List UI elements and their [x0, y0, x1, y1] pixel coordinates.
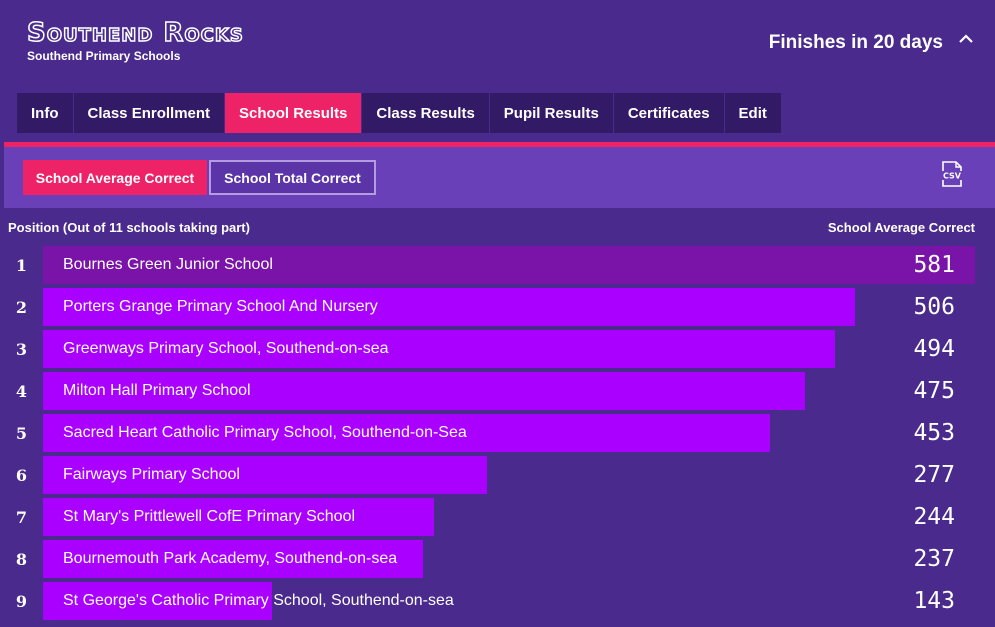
score-value: 143	[913, 588, 955, 614]
result-row: 7 St Mary's Prittlewell CofE Primary Scho…	[0, 498, 995, 540]
result-row: 1 Bournes Green Junior School 581	[0, 246, 995, 288]
result-row: 8 Bournemouth Park Academy, Southend-on-s…	[0, 540, 995, 582]
result-row: 6 Fairways Primary School 277	[0, 456, 995, 498]
tab-label: Edit	[738, 104, 767, 122]
result-row: 3 Greenways Primary School, Southend-on-s…	[0, 330, 995, 372]
school-name: Porters Grange Primary School And Nurser…	[63, 298, 378, 315]
csv-download-icon[interactable]: CSV	[941, 161, 963, 187]
position-number: 7	[15, 507, 28, 527]
list-header: Position (Out of 11 schools taking part)…	[0, 208, 995, 246]
school-name: Sacred Heart Catholic Primary School, So…	[63, 424, 467, 441]
result-row: 5 Sacred Heart Catholic Primary School, S…	[0, 414, 995, 456]
tab-label: School Results	[239, 104, 348, 122]
chevron-up-icon[interactable]	[957, 30, 975, 48]
school-name: Fairways Primary School	[63, 466, 240, 483]
position-number: 3	[15, 339, 28, 359]
result-row: 2 Porters Grange Primary School And Nurse…	[0, 288, 995, 330]
school-name: St George's Catholic Primary School, Sou…	[63, 592, 454, 609]
score-value: 453	[913, 420, 955, 446]
tab-school-results[interactable]: School Results	[225, 93, 363, 133]
app-header: Southend Rocks Southend Primary Schools …	[0, 0, 995, 90]
score-value: 494	[913, 336, 955, 362]
position-number: 8	[15, 549, 28, 569]
school-name: Milton Hall Primary School	[63, 382, 251, 399]
tab-pupil-results[interactable]: Pupil Results	[490, 93, 614, 133]
position-column-header: Position (Out of 11 schools taking part)	[8, 220, 250, 235]
school-name: Bournemouth Park Academy, Southend-on-se…	[63, 550, 398, 567]
tab-class-results[interactable]: Class Results	[362, 93, 490, 133]
brand-subtitle: Southend Primary Schools	[27, 49, 181, 63]
score-value: 237	[913, 546, 955, 572]
position-number: 6	[15, 465, 28, 485]
score-column-header: School Average Correct	[827, 220, 975, 235]
tab-label: Class Results	[376, 104, 475, 122]
school-total-toggle[interactable]: School Total Correct	[209, 160, 376, 195]
tab-bar: Info Class Enrollment School Results Cla…	[17, 93, 781, 133]
result-row: 4 Milton Hall Primary School 475	[0, 372, 995, 414]
position-number: 4	[15, 381, 28, 401]
score-value: 244	[913, 504, 955, 530]
school-name: Greenways Primary School, Southend-on-se…	[63, 340, 389, 357]
position-number: 2	[15, 297, 28, 317]
tab-certificates[interactable]: Certificates	[614, 93, 725, 133]
tab-label: Pupil Results	[503, 104, 599, 122]
tab-label: Class Enrollment	[87, 104, 211, 122]
csv-label: CSV	[943, 172, 962, 181]
brand-title: Southend Rocks	[26, 17, 244, 49]
tab-label: Info	[31, 104, 59, 122]
position-number: 9	[15, 591, 28, 611]
tab-label: Certificates	[627, 104, 710, 122]
position-number: 1	[15, 255, 28, 275]
school-name: Bournes Green Junior School	[63, 256, 273, 273]
results-list: 1 Bournes Green Junior School 581 2 Porters …	[0, 246, 995, 624]
score-value: 506	[913, 294, 955, 320]
results-toolbar: School Average Correct School Total Corr…	[4, 147, 995, 208]
school-name: St Mary's Prittlewell CofE Primary Schoo…	[63, 508, 356, 525]
tab-edit[interactable]: Edit	[725, 93, 781, 133]
tab-info[interactable]: Info	[17, 93, 74, 133]
score-value: 277	[913, 462, 955, 488]
score-value: 581	[913, 252, 955, 278]
position-number: 5	[15, 423, 28, 443]
tab-class-enrollment[interactable]: Class Enrollment	[74, 93, 226, 133]
countdown-text: Finishes in 20 days	[768, 32, 943, 53]
school-average-toggle[interactable]: School Average Correct	[23, 160, 207, 195]
score-value: 475	[913, 378, 955, 404]
result-row: 9 St George's Catholic Primary School, So…	[0, 582, 995, 624]
